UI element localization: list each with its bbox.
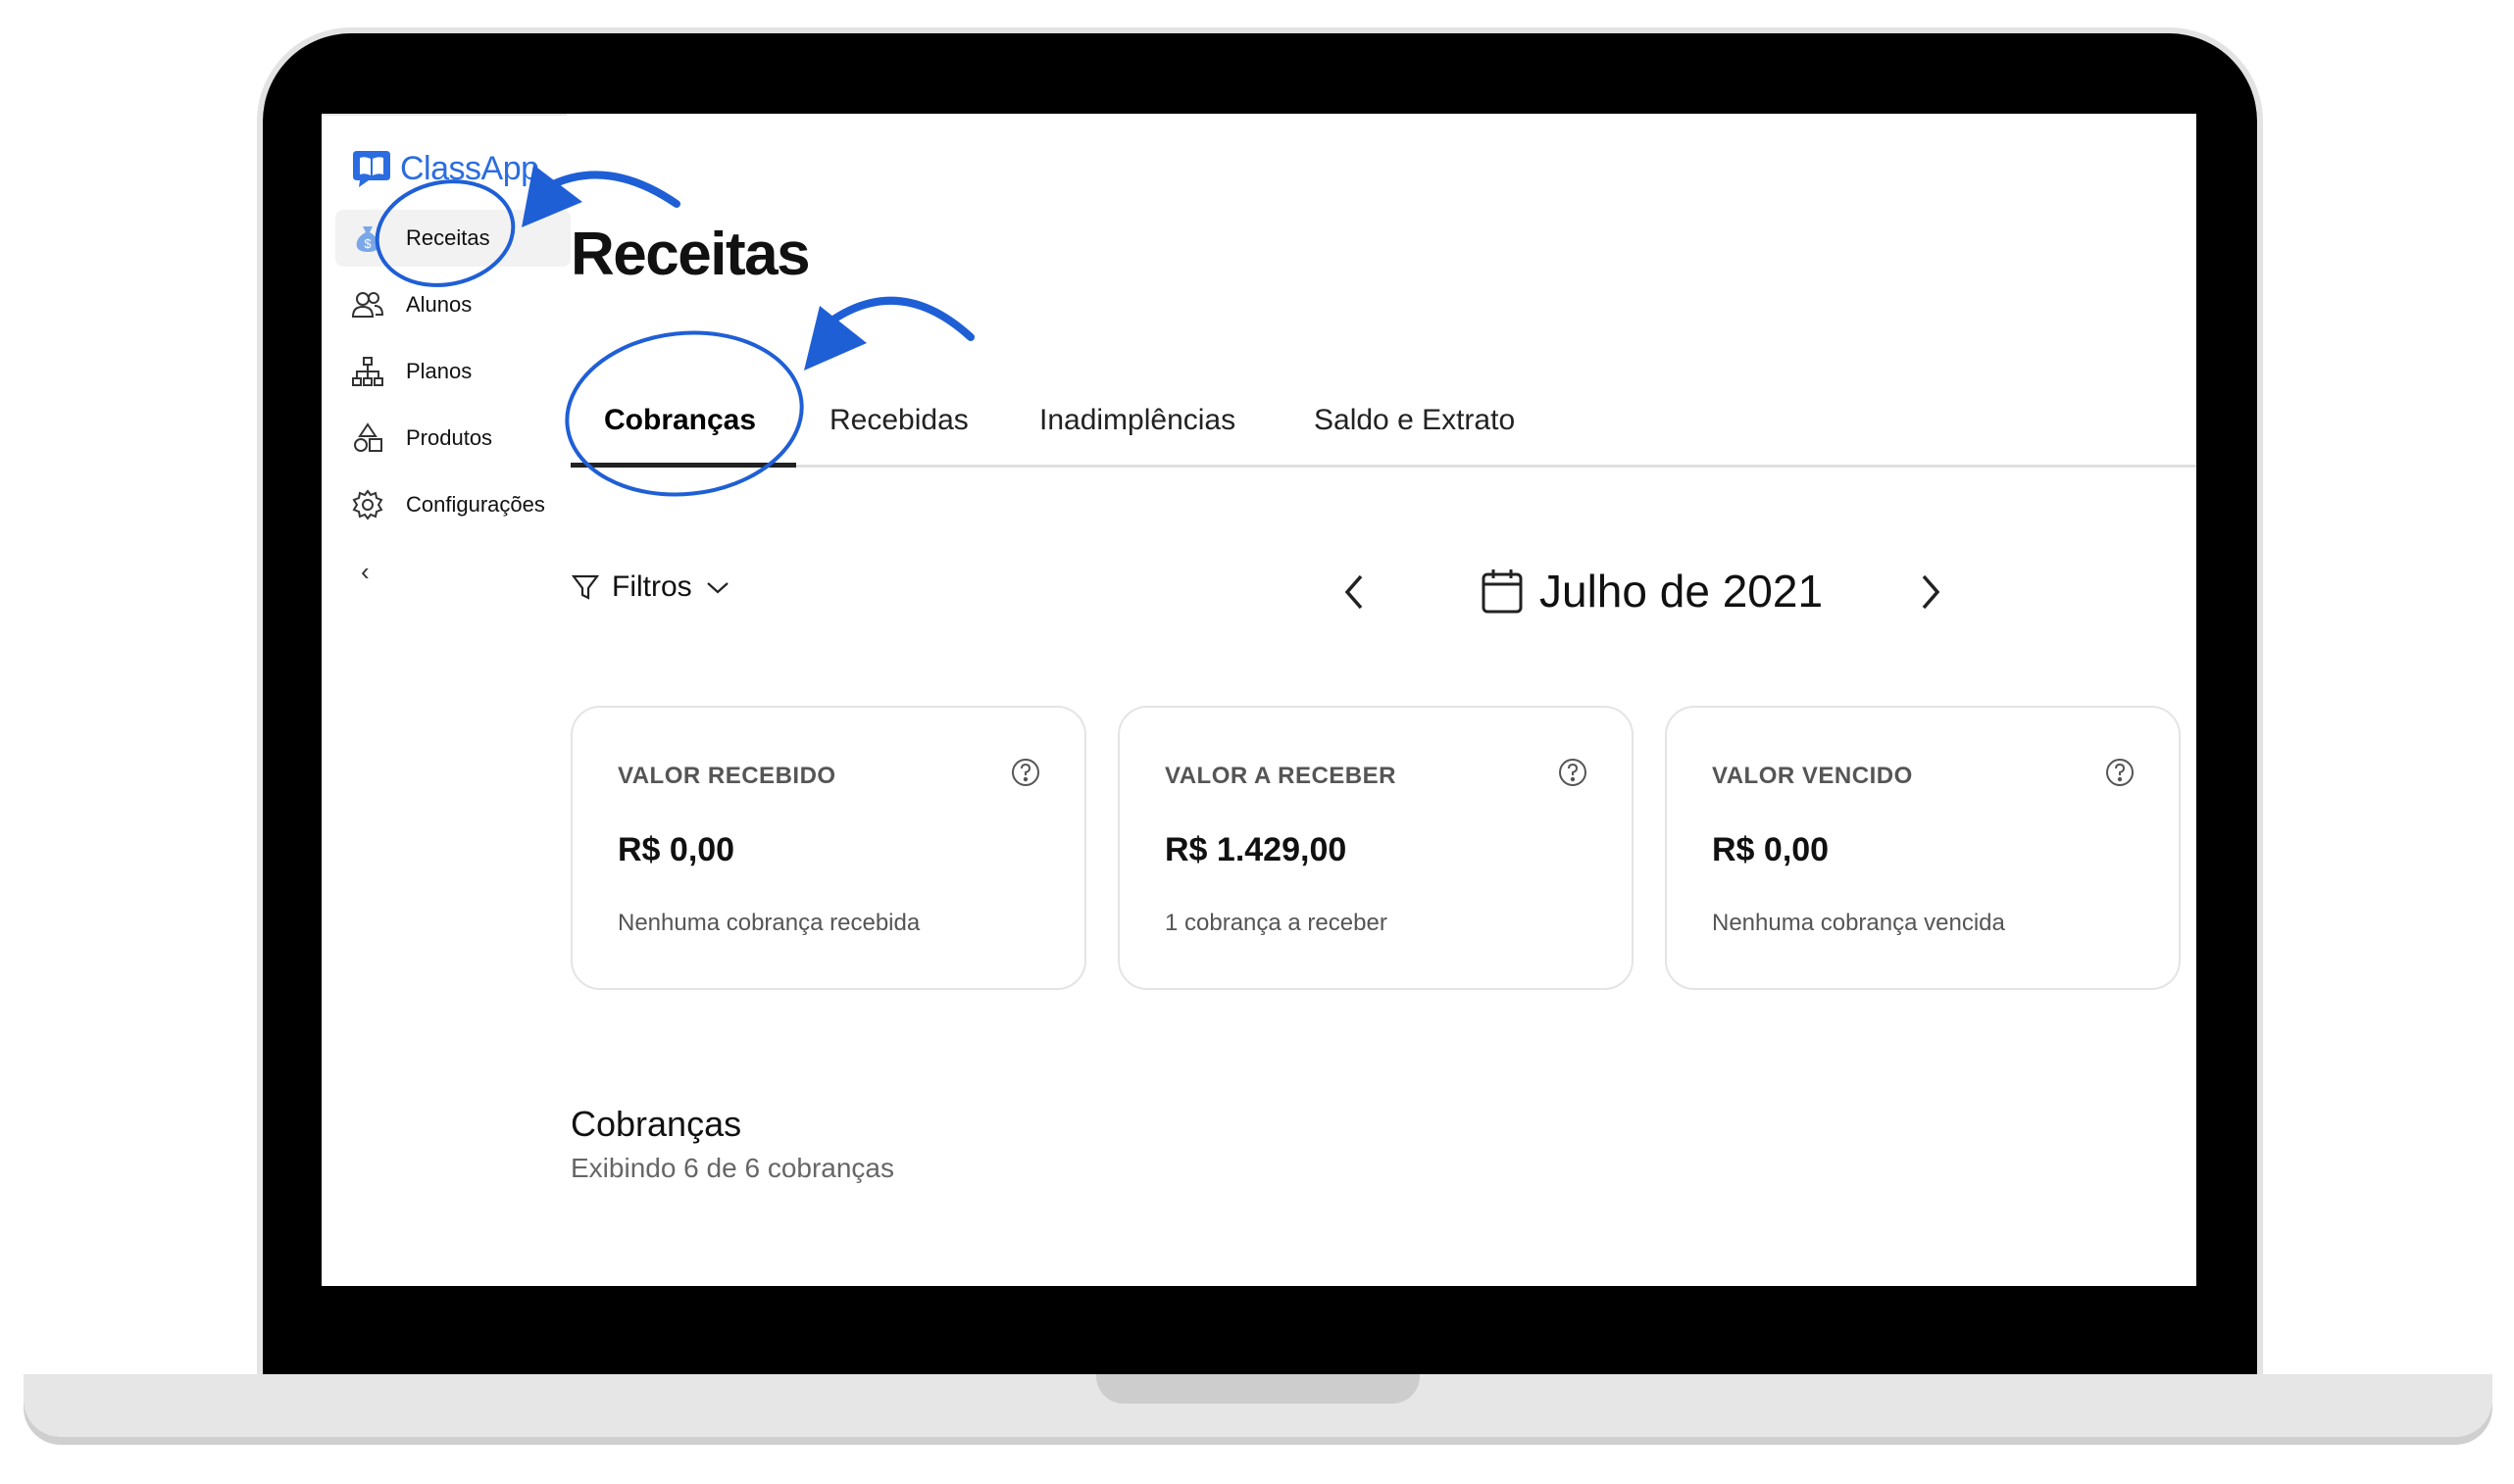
calendar-icon (1482, 569, 1523, 614)
sidebar-item-label: Configurações (406, 492, 545, 517)
help-icon[interactable] (2104, 757, 2136, 793)
logo-text: ClassApp (400, 149, 539, 187)
laptop-notch (1096, 1374, 1420, 1404)
gear-icon (351, 488, 384, 521)
summary-card-to-receive: VALOR A RECEBER R$ 1.429,00 1 cobrança a… (1118, 706, 1634, 990)
chevron-right-icon (1922, 574, 1940, 610)
month-selector[interactable]: Julho de 2021 (1481, 565, 1823, 618)
book-chat-icon (353, 151, 390, 187)
chevron-down-icon (706, 582, 729, 594)
collapse-sidebar-button[interactable]: ‹ (361, 557, 370, 587)
svg-text:$: $ (364, 236, 372, 251)
card-value: R$ 0,00 (1712, 831, 1830, 868)
card-note: 1 cobrança a receber (1165, 910, 1387, 936)
help-icon[interactable] (1010, 757, 1041, 793)
sidebar-item-configuracoes[interactable]: Configurações (335, 476, 571, 533)
section-title: Cobranças (571, 1104, 742, 1144)
sidebar-item-label: Produtos (406, 425, 493, 450)
sidebar-item-planos[interactable]: Planos (335, 343, 571, 400)
card-label: VALOR RECEBIDO (618, 763, 836, 789)
filter-icon (571, 574, 600, 600)
sidebar-item-alunos[interactable]: Alunos (335, 276, 571, 333)
app-screen: ClassApp $ Receitas Alunos Planos Produt… (322, 114, 2196, 1286)
shapes-icon (351, 421, 384, 455)
tab-saldo-extrato[interactable]: Saldo e Extrato (1314, 404, 1515, 437)
card-value: R$ 1.429,00 (1165, 831, 1347, 868)
card-note: Nenhuma cobrança vencida (1712, 910, 2005, 936)
help-icon[interactable] (1557, 757, 1588, 793)
classapp-logo[interactable]: ClassApp (349, 149, 539, 188)
sidebar-item-label: Planos (406, 359, 473, 383)
tabs-divider (571, 465, 2196, 468)
tab-inadimplencias[interactable]: Inadimplências (1039, 404, 1235, 437)
sidebar-item-label: Receitas (406, 225, 490, 250)
card-label: VALOR VENCIDO (1712, 763, 1913, 789)
filters-label: Filtros (612, 570, 692, 603)
section-subtitle: Exibindo 6 de 6 cobranças (571, 1153, 894, 1183)
filters-button[interactable]: Filtros (571, 570, 731, 604)
card-value: R$ 0,00 (618, 831, 735, 868)
sidebar-item-produtos[interactable]: Produtos (335, 410, 571, 467)
sidebar-item-receitas[interactable]: $ Receitas (335, 210, 571, 267)
tab-recebidas[interactable]: Recebidas (830, 404, 969, 437)
money-bag-icon: $ (351, 222, 384, 255)
page-title: Receitas (571, 221, 811, 288)
active-tab-indicator (571, 463, 796, 468)
month-label: Julho de 2021 (1539, 566, 1824, 617)
summary-card-overdue: VALOR VENCIDO R$ 0,00 Nenhuma cobrança v… (1665, 706, 2181, 990)
card-note: Nenhuma cobrança recebida (618, 910, 921, 936)
card-label: VALOR A RECEBER (1165, 763, 1396, 789)
tab-cobrancas[interactable]: Cobranças (604, 404, 756, 437)
hierarchy-icon (351, 355, 384, 388)
summary-card-received: VALOR RECEBIDO R$ 0,00 Nenhuma cobrança … (571, 706, 1086, 990)
next-month-button[interactable] (1918, 572, 1943, 617)
divider (322, 114, 567, 116)
users-icon (351, 288, 384, 322)
chevron-left-icon (1344, 574, 1363, 610)
sidebar-item-label: Alunos (406, 292, 473, 317)
previous-month-button[interactable] (1341, 572, 1367, 617)
